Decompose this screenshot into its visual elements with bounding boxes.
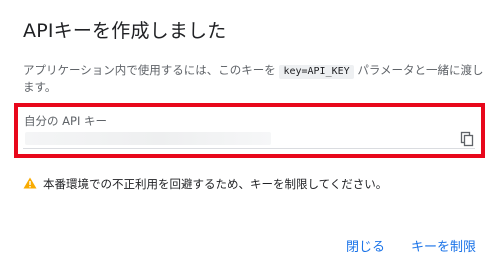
api-key-value[interactable]	[25, 132, 271, 145]
close-button[interactable]: 閉じる	[344, 239, 387, 257]
restrict-key-button[interactable]: キーを制限	[409, 239, 478, 257]
description-code: key=API_KEY	[279, 65, 354, 79]
api-key-field-label: 自分の API キー	[24, 114, 108, 128]
warning-message: 本番環境での不正利用を回避するため、キーを制限してください。	[23, 176, 387, 192]
copy-icon[interactable]	[459, 131, 475, 147]
api-key-created-dialog: APIキーを作成しました アプリケーション内で使用するには、このキーを key=…	[0, 0, 500, 270]
dialog-actions: 閉じる キーを制限	[344, 236, 478, 257]
dialog-title: APIキーを作成しました	[23, 20, 227, 42]
dialog-description: アプリケーション内で使用するには、このキーを key=API_KEY パラメータ…	[23, 62, 485, 96]
description-text-before: アプリケーション内で使用するには、このキーを	[23, 63, 280, 77]
warning-text: 本番環境での不正利用を回避するため、キーを制限してください。	[43, 177, 388, 191]
api-key-field[interactable]	[23, 130, 475, 149]
warning-icon	[23, 177, 37, 189]
